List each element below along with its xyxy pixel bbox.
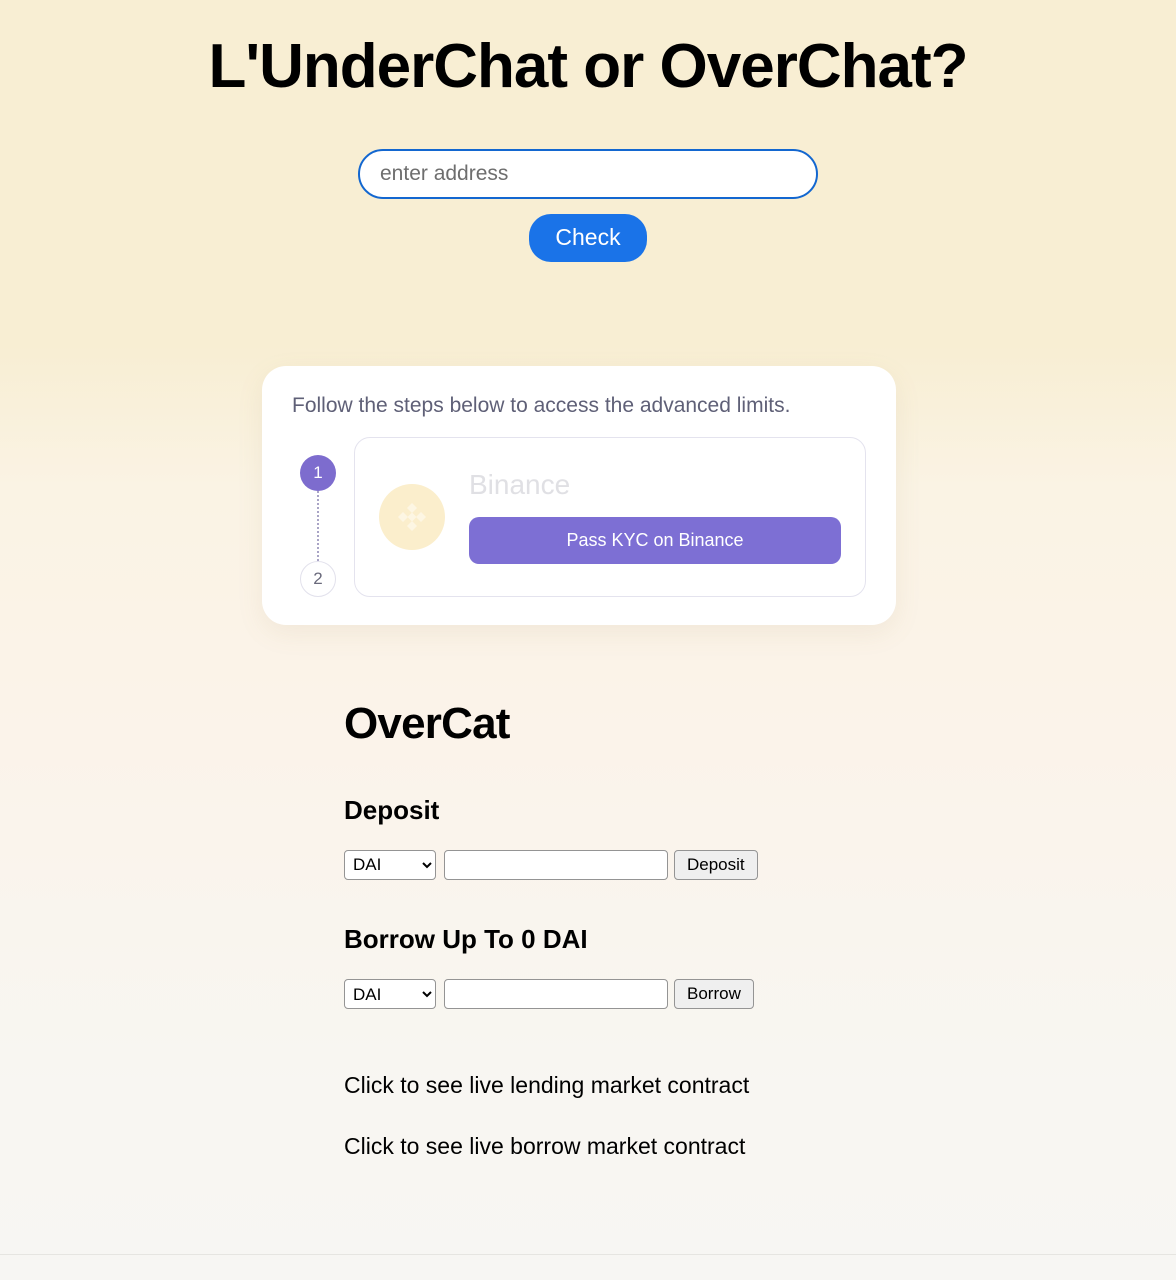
lending-market-contract-link[interactable]: Click to see live lending market contrac… — [344, 1071, 1044, 1100]
deposit-button[interactable]: Deposit — [674, 849, 758, 880]
address-input[interactable] — [358, 149, 818, 200]
step-connector-dotted-line — [317, 491, 319, 566]
borrow-market-contract-link[interactable]: Click to see live borrow market contract — [344, 1132, 1044, 1161]
borrow-heading: Borrow Up To 0 DAI — [344, 923, 588, 954]
step-bullet-1[interactable]: 1 — [300, 455, 336, 492]
deposit-heading: Deposit — [344, 794, 440, 825]
steps-body: 1 2 Binance Pass KYC on Binance — [292, 437, 866, 598]
steps-card: Follow the steps below to access the adv… — [262, 366, 896, 626]
steps-rail: 1 2 — [292, 437, 344, 598]
exchange-name: Binance — [469, 469, 571, 501]
borrow-button[interactable]: Borrow — [674, 979, 754, 1010]
market-section: OverCat Deposit DAI Deposit Borrow Up To… — [344, 698, 1044, 1193]
step-bullet-2[interactable]: 2 — [300, 561, 336, 598]
borrow-form-row: DAI Borrow — [344, 979, 1044, 1010]
contract-links: Click to see live lending market contrac… — [344, 1071, 1044, 1161]
page-title: L'UnderChat or OverChat? — [208, 32, 969, 101]
borrow-amount-input[interactable] — [444, 979, 668, 1010]
address-lookup: Check — [0, 149, 1176, 262]
check-button[interactable]: Check — [529, 214, 647, 262]
footer-divider — [0, 1254, 1176, 1255]
steps-heading: Follow the steps below to access the adv… — [292, 394, 791, 417]
deposit-form-row: DAI Deposit — [344, 849, 1044, 880]
step-panel-binance: Binance Pass KYC on Binance — [354, 437, 866, 598]
pass-kyc-button[interactable]: Pass KYC on Binance — [469, 517, 841, 565]
exchange-panel-content: Binance Pass KYC on Binance — [469, 469, 841, 565]
market-title: OverCat — [344, 699, 510, 748]
deposit-amount-input[interactable] — [444, 849, 668, 880]
binance-logo-icon — [379, 484, 445, 551]
borrow-token-select[interactable]: DAI — [344, 979, 436, 1010]
deposit-token-select[interactable]: DAI — [344, 849, 436, 880]
